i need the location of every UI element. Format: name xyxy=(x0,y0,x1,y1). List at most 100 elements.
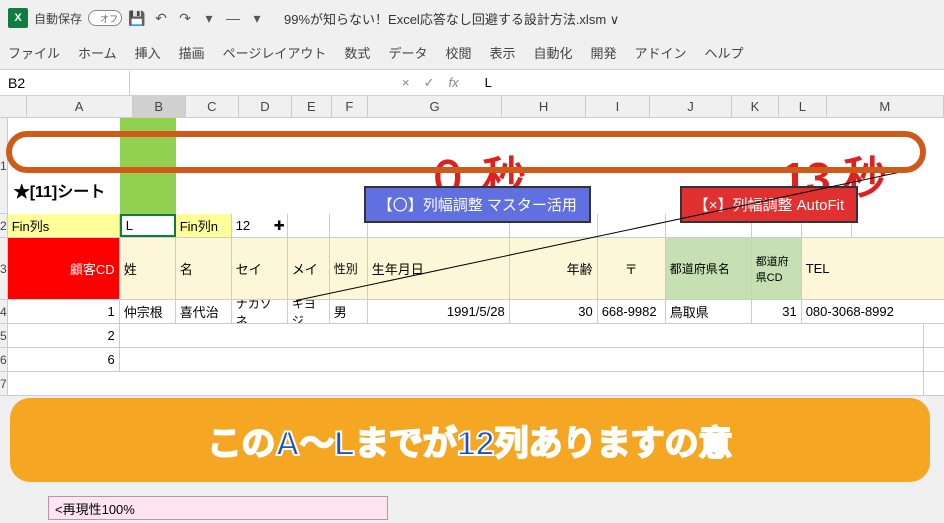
cell-a4[interactable]: 1 xyxy=(8,300,120,323)
cell-rest5[interactable] xyxy=(120,324,924,347)
header-surname[interactable]: 姓 xyxy=(120,238,176,299)
confirm-icon[interactable]: ✓ xyxy=(420,75,439,91)
tab-home[interactable]: ホーム xyxy=(78,43,117,62)
select-all-corner[interactable] xyxy=(0,96,27,117)
cell-k4[interactable]: 31 xyxy=(752,300,802,323)
row-6: 6 xyxy=(8,348,944,372)
cell-e4[interactable]: キヨジ xyxy=(288,300,330,323)
tab-review[interactable]: 校閲 xyxy=(445,43,471,62)
formula-bar: × ✓ fx L xyxy=(390,75,504,91)
cell-d4[interactable]: ナカソネ xyxy=(232,300,288,323)
tab-developer[interactable]: 開発 xyxy=(591,43,617,62)
green-cell-b1[interactable] xyxy=(120,118,176,214)
header-tel[interactable]: TEL xyxy=(802,238,944,299)
cell-c2[interactable]: Fin列n xyxy=(176,214,232,237)
header-mei[interactable]: メイ xyxy=(288,238,330,299)
formula-bar-row: B2 × ✓ fx L xyxy=(0,70,944,96)
cell-rest6[interactable] xyxy=(120,348,924,371)
col-header-b[interactable]: B xyxy=(133,96,186,117)
row-header-7[interactable]: 7 xyxy=(0,372,8,396)
pink-box[interactable]: <再現性100% xyxy=(48,496,388,520)
cancel-icon[interactable]: × xyxy=(398,75,414,90)
col-header-f[interactable]: F xyxy=(332,96,368,117)
cell-e2[interactable] xyxy=(288,214,330,237)
row-header-6[interactable]: 6 xyxy=(0,348,8,372)
col-header-m[interactable]: M xyxy=(827,96,944,117)
cell-f2[interactable] xyxy=(330,214,368,237)
col-header-k[interactable]: K xyxy=(732,96,779,117)
cell-l4[interactable]: 080-3068-8992 xyxy=(802,300,944,323)
undo-icon[interactable]: ↶ xyxy=(152,9,170,27)
col-header-c[interactable]: C xyxy=(186,96,239,117)
tab-draw[interactable]: 描画 xyxy=(179,43,205,62)
header-postal[interactable]: 〒 xyxy=(598,238,666,299)
col-header-h[interactable]: H xyxy=(502,96,585,117)
header-prefecture[interactable]: 都道府県名 xyxy=(666,238,752,299)
caption-text: このA～Lまでが12列ありますの意 xyxy=(207,416,732,465)
cell-b4[interactable]: 仲宗根 xyxy=(120,300,176,323)
tab-addin[interactable]: アドイン xyxy=(635,43,687,62)
col-header-g[interactable]: G xyxy=(368,96,503,117)
filename[interactable]: 99%が知らない！Excel応答なし回避する設計方法.xlsm ∨ xyxy=(284,9,619,28)
fx-icon[interactable]: fx xyxy=(445,75,463,90)
cell-i4[interactable]: 668-9982 xyxy=(598,300,666,323)
cell-j4[interactable]: 鳥取県 xyxy=(666,300,752,323)
header-pref-cd[interactable]: 都道府県CD xyxy=(752,238,802,299)
tab-file[interactable]: ファイル xyxy=(8,43,60,62)
cell-c4[interactable]: 喜代治 xyxy=(176,300,232,323)
qat-icon[interactable]: ▾ xyxy=(200,9,218,27)
col-header-e[interactable]: E xyxy=(292,96,332,117)
button-master[interactable]: 【〇】列幅調整 マスター活用 xyxy=(364,186,591,223)
row-header-4[interactable]: 4 xyxy=(0,300,8,324)
caption-overlay: このA～Lまでが12列ありますの意 xyxy=(10,398,930,482)
formula-value[interactable]: L xyxy=(481,75,496,90)
cell-a5[interactable]: 2 xyxy=(8,324,120,347)
button-autofit[interactable]: 【×】列幅調整 AutoFit xyxy=(680,186,858,223)
name-box[interactable]: B2 xyxy=(0,71,130,95)
row-3: 顧客CD 姓 名 セイ メイ 性別 生年月日 年齢 〒 都道府県名 都道府県CD… xyxy=(8,238,944,300)
grid: ★[11]シート ０ 秒 13 秒 【〇】列幅調整 マスター活用 【×】列幅調整… xyxy=(8,118,944,396)
row-header-5[interactable]: 5 xyxy=(0,324,8,348)
qat-dash-icon[interactable]: — xyxy=(224,9,242,27)
cell-a6[interactable]: 6 xyxy=(8,348,120,371)
autosave-label: 自動保存 xyxy=(34,10,82,27)
col-header-d[interactable]: D xyxy=(239,96,292,117)
cell-b2[interactable]: L xyxy=(120,214,176,237)
row-4: 1 仲宗根 喜代治 ナカソネ キヨジ 男 1991/5/28 30 668-99… xyxy=(8,300,944,324)
tab-data[interactable]: データ xyxy=(388,43,427,62)
header-customer-cd[interactable]: 顧客CD xyxy=(8,238,120,299)
redo-icon[interactable]: ↷ xyxy=(176,9,194,27)
header-age[interactable]: 年齢 xyxy=(510,238,598,299)
row-1: ★[11]シート ０ 秒 13 秒 【〇】列幅調整 マスター活用 【×】列幅調整… xyxy=(8,118,944,214)
header-gender[interactable]: 性別 xyxy=(330,238,368,299)
tab-help[interactable]: ヘルプ xyxy=(705,43,744,62)
row-header-1[interactable]: 1 xyxy=(0,118,8,214)
row-headers: 1 2 3 4 5 6 7 xyxy=(0,118,8,396)
tab-automate[interactable]: 自動化 xyxy=(533,43,572,62)
save-icon[interactable]: 💾 xyxy=(128,9,146,27)
qat-more-icon[interactable]: ▾ xyxy=(248,9,266,27)
cell-a2[interactable]: Fin列s xyxy=(8,214,120,237)
header-name[interactable]: 名 xyxy=(176,238,232,299)
tab-formulas[interactable]: 数式 xyxy=(344,43,370,62)
tab-insert[interactable]: 挿入 xyxy=(135,43,161,62)
row-header-3[interactable]: 3 xyxy=(0,238,8,300)
header-sei[interactable]: セイ xyxy=(232,238,288,299)
cell-d2[interactable]: 12✚ xyxy=(232,214,288,237)
autosave-toggle[interactable]: オフ xyxy=(88,10,122,26)
cell-f4[interactable]: 男 xyxy=(330,300,368,323)
cell-g4[interactable]: 1991/5/28 xyxy=(368,300,510,323)
cell-m2[interactable] xyxy=(852,214,944,237)
cell-row7[interactable] xyxy=(8,372,924,395)
column-headers: A B C D E F G H I J K L M xyxy=(0,96,944,118)
row-header-2[interactable]: 2 xyxy=(0,214,8,238)
tab-view[interactable]: 表示 xyxy=(489,43,515,62)
col-header-j[interactable]: J xyxy=(650,96,732,117)
col-header-a[interactable]: A xyxy=(27,96,133,117)
row-7 xyxy=(8,372,944,396)
col-header-i[interactable]: I xyxy=(586,96,650,117)
row-5: 2 xyxy=(8,324,944,348)
tab-page-layout[interactable]: ページレイアウト xyxy=(223,43,327,62)
col-header-l[interactable]: L xyxy=(779,96,826,117)
cell-h4[interactable]: 30 xyxy=(510,300,598,323)
